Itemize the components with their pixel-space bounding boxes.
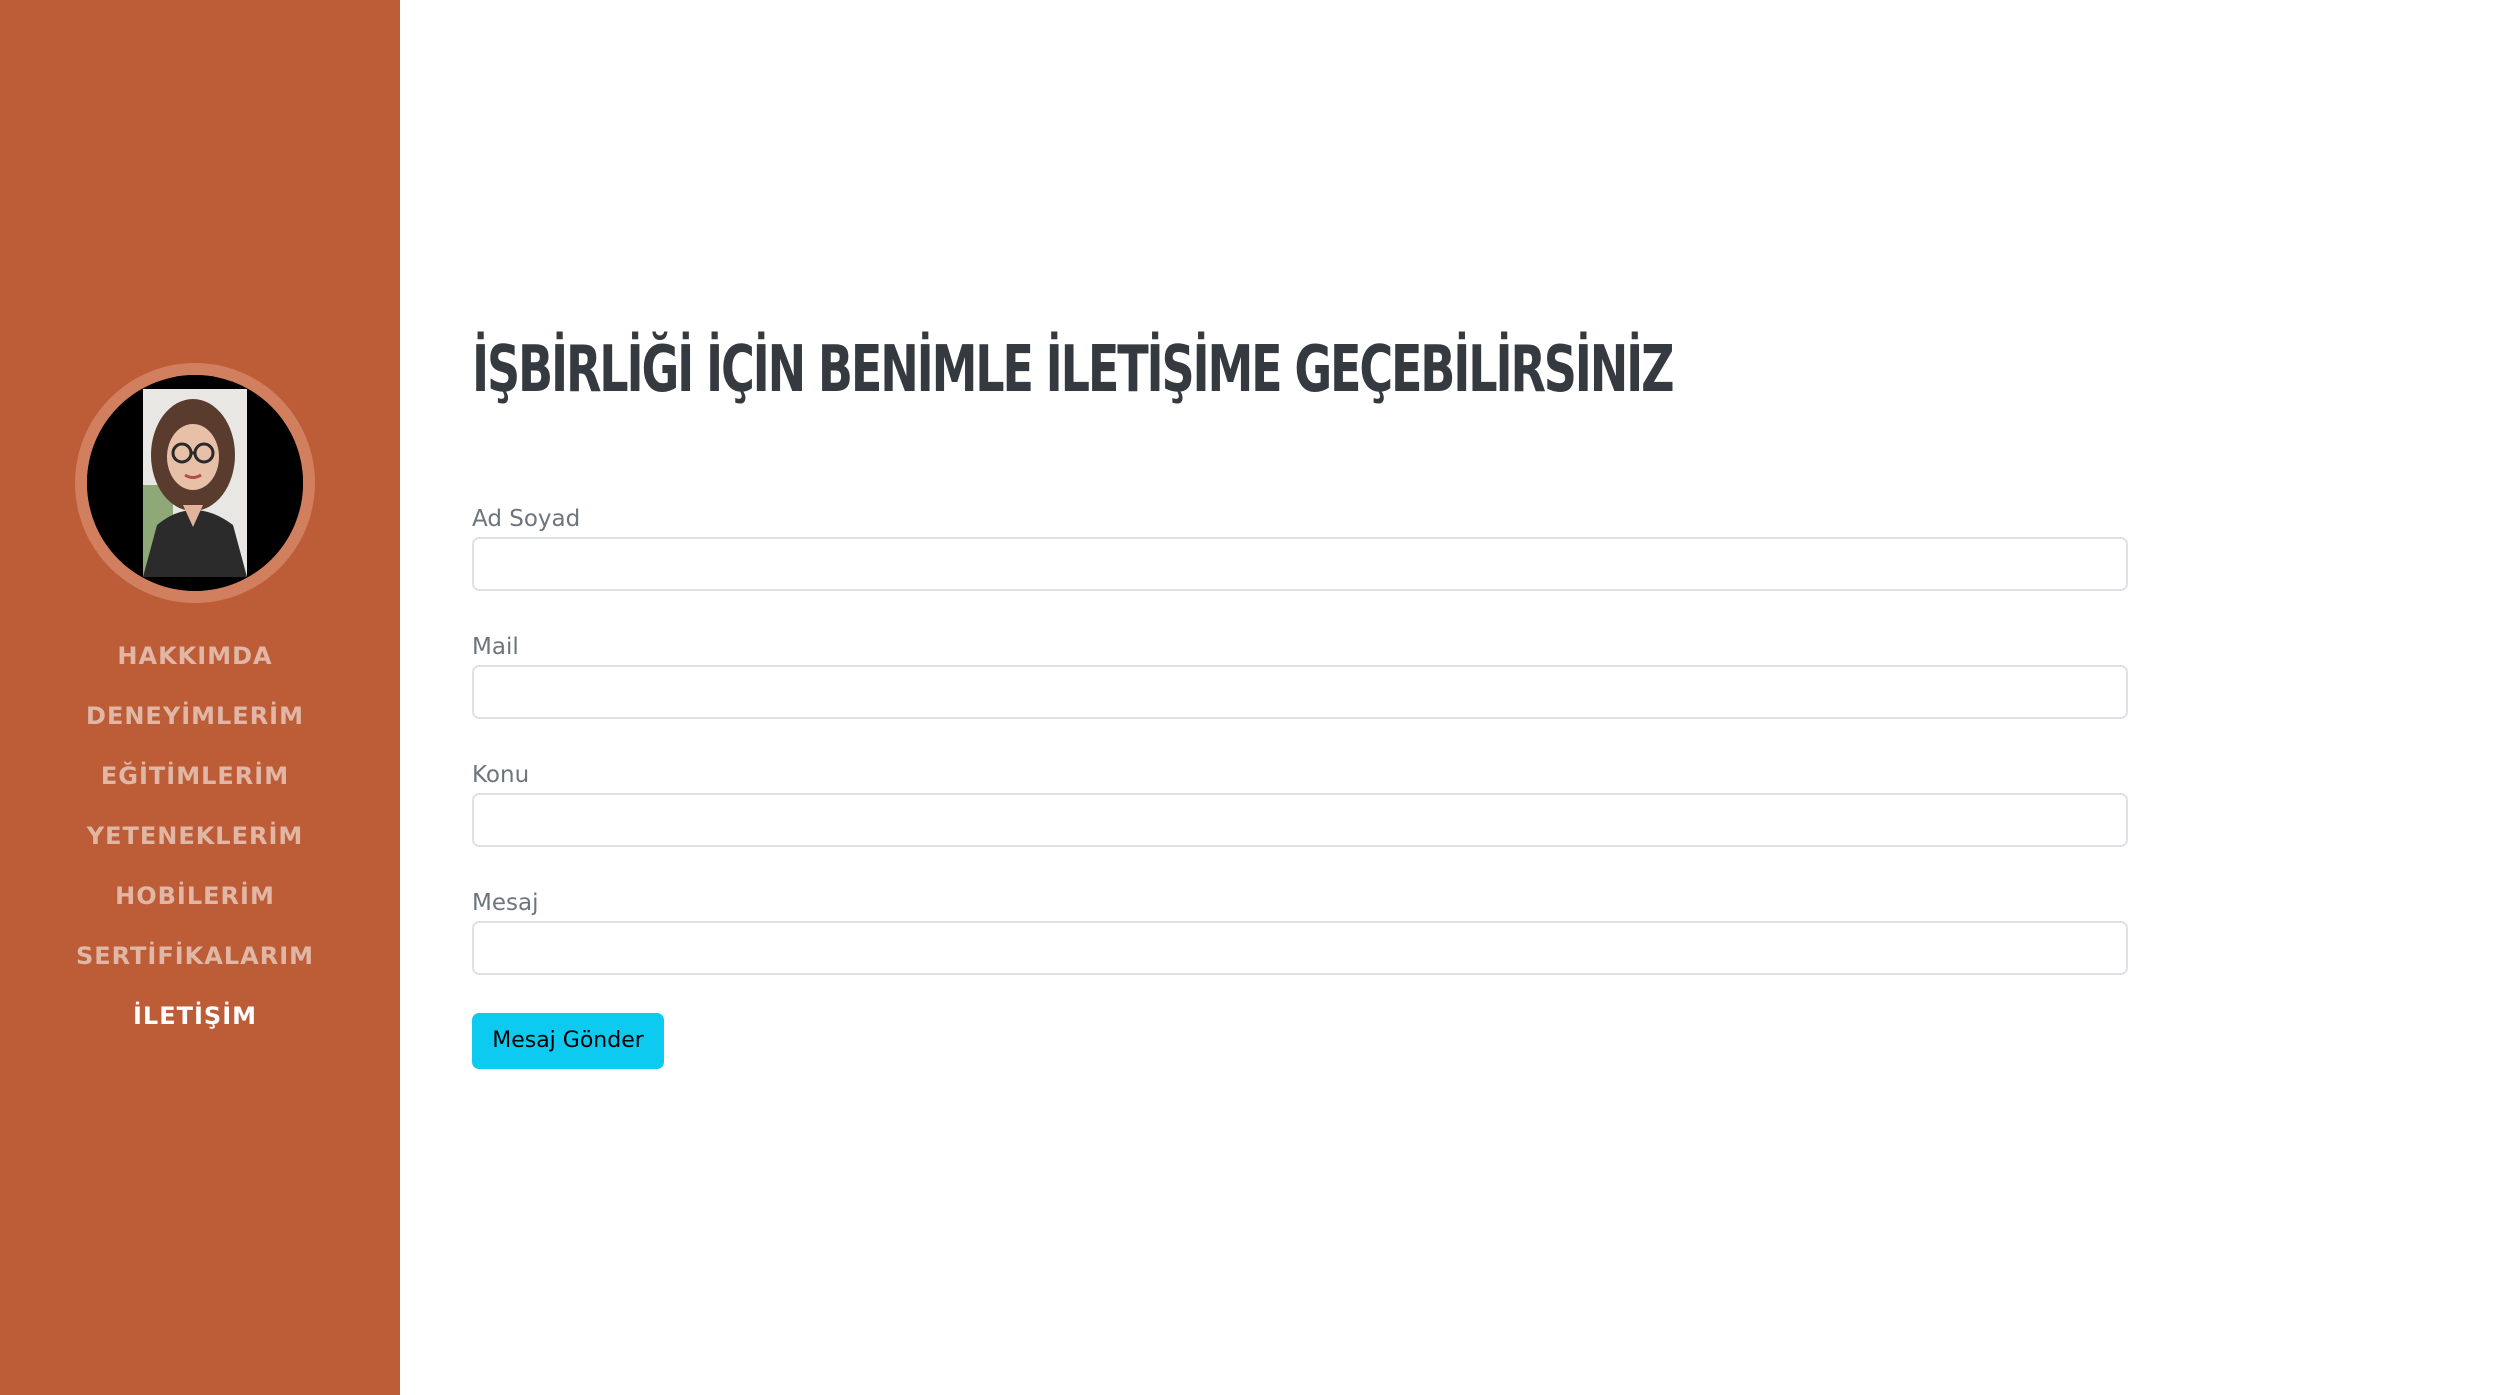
mail-input[interactable]: [472, 665, 2128, 719]
page-title: İŞBİRLİĞİ İÇİN BENİMLE İLETİŞİME GEÇEBİL…: [472, 333, 1675, 407]
message-input[interactable]: [472, 921, 2128, 975]
nav-item-egitimlerim[interactable]: EĞİTİMLERİM: [0, 750, 390, 810]
nav-item-deneyimlerim[interactable]: DENEYİMLERİM: [0, 690, 390, 750]
avatar: [75, 363, 315, 603]
sidebar-nav: HAKKIMDA DENEYİMLERİM EĞİTİMLERİM YETENE…: [0, 630, 390, 1050]
subject-input[interactable]: [472, 793, 2128, 847]
profile-photo-image: [87, 375, 303, 591]
avatar-photo: [87, 375, 303, 591]
nav-item-sertifikalarim[interactable]: SERTİFİKALARIM: [0, 930, 390, 990]
nav-item-hobilerim[interactable]: HOBİLERİM: [0, 870, 390, 930]
nav-item-iletisim[interactable]: İLETİŞİM: [0, 990, 390, 1050]
sidebar: HAKKIMDA DENEYİMLERİM EĞİTİMLERİM YETENE…: [0, 0, 400, 1395]
mail-label: Mail: [472, 634, 519, 660]
name-input[interactable]: [472, 537, 2128, 591]
name-label: Ad Soyad: [472, 506, 581, 532]
nav-item-hakkimda[interactable]: HAKKIMDA: [0, 630, 390, 690]
send-message-button[interactable]: Mesaj Gönder: [472, 1013, 664, 1069]
message-label: Mesaj: [472, 890, 539, 916]
subject-label: Konu: [472, 762, 530, 788]
nav-item-yeteneklerim[interactable]: YETENEKLERİM: [0, 810, 390, 870]
